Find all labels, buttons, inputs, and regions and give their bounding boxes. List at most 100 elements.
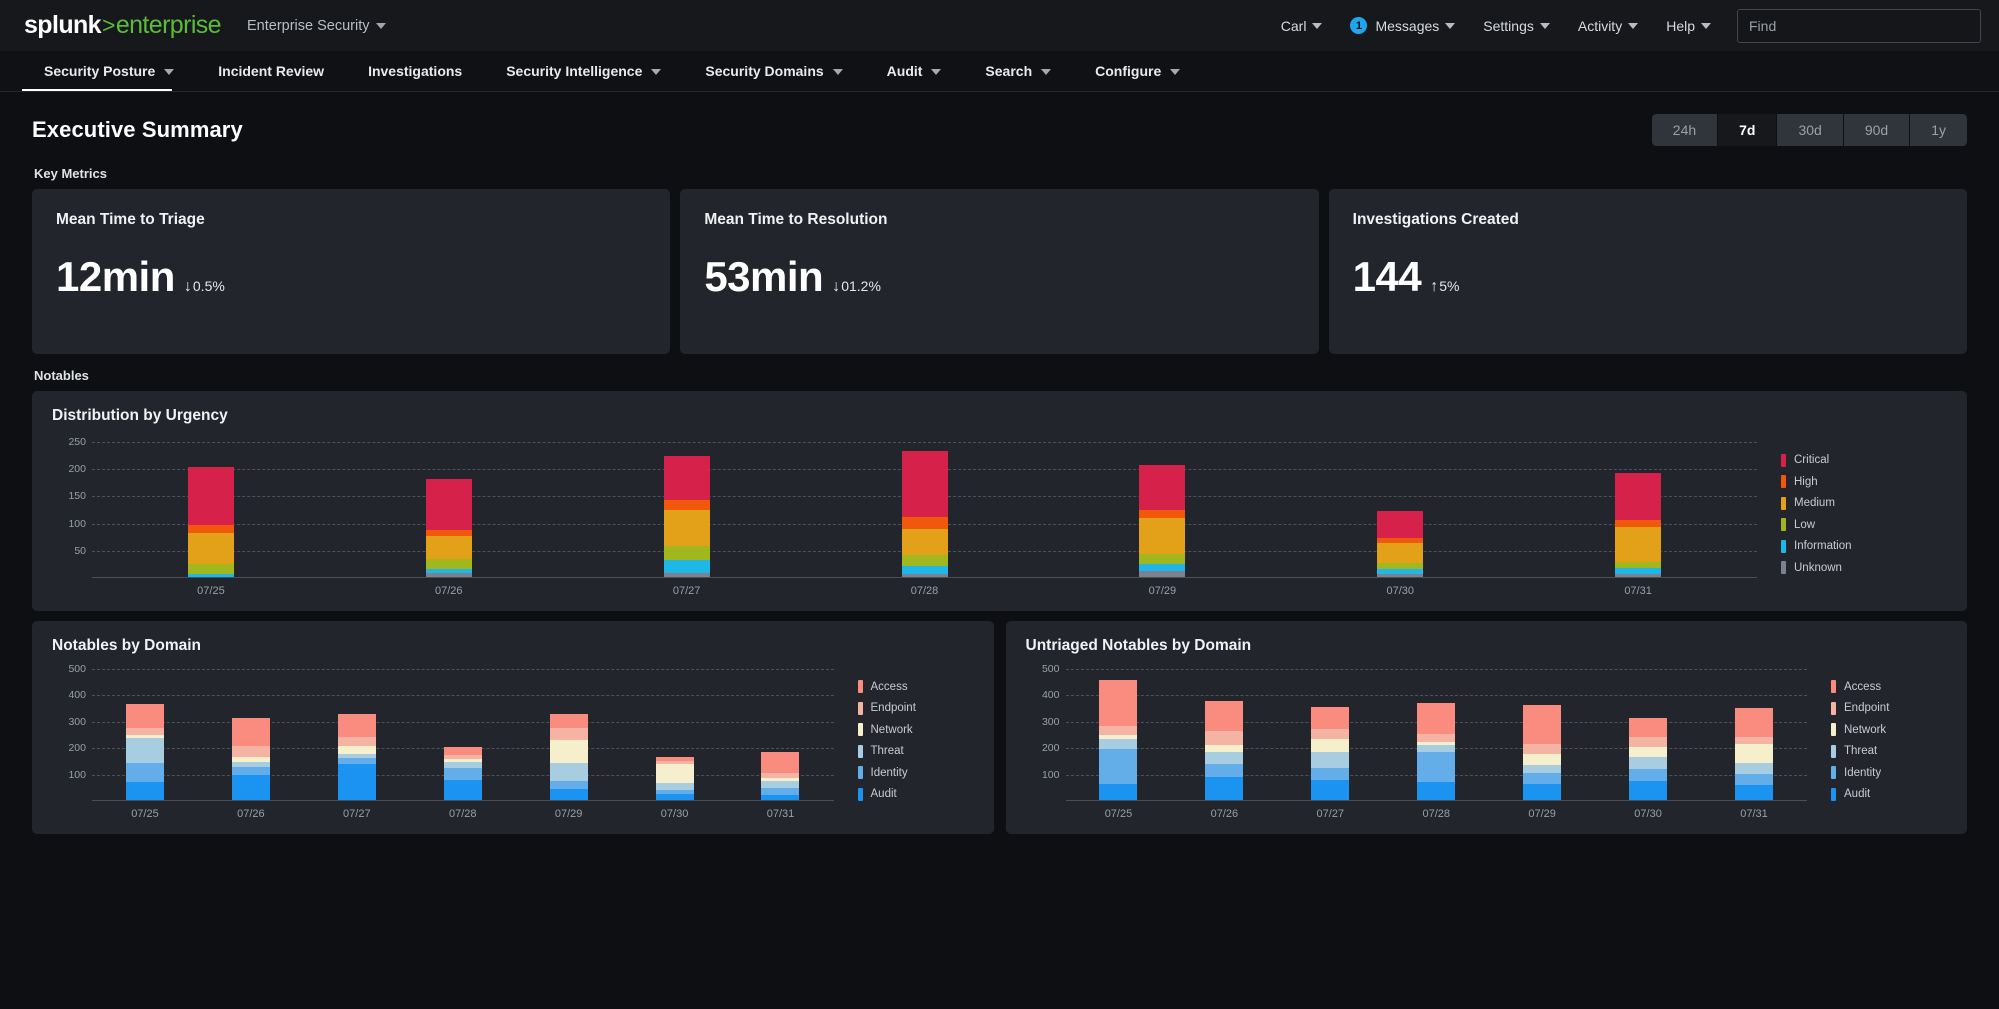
bar-segment-audit[interactable] <box>655 794 694 800</box>
bar-segment-unknown[interactable] <box>663 573 710 577</box>
bar-segment-audit[interactable] <box>761 794 800 800</box>
bar-segment-threat[interactable] <box>1099 739 1138 749</box>
bar-segment-audit[interactable] <box>443 780 482 800</box>
bar-segment-network[interactable] <box>1205 745 1244 753</box>
bar-segment-identity[interactable] <box>125 763 164 782</box>
bar-segment-access[interactable] <box>1099 679 1138 726</box>
bar-segment-medium[interactable] <box>1377 543 1424 563</box>
stacked-bar[interactable] <box>1629 718 1668 800</box>
stacked-bar[interactable] <box>125 704 164 800</box>
stacked-bar[interactable] <box>337 714 376 800</box>
stacked-bar[interactable] <box>443 746 482 800</box>
bar-segment-access[interactable] <box>1311 706 1350 730</box>
help-menu[interactable]: Help <box>1652 0 1725 51</box>
bar-segment-medium[interactable] <box>425 536 472 560</box>
bar-segment-access[interactable] <box>231 718 270 746</box>
legend-item-low[interactable]: Low <box>1781 518 1947 532</box>
legend-item-high[interactable]: High <box>1781 475 1947 489</box>
nav-item-security-posture[interactable]: Security Posture <box>22 51 196 91</box>
bar-segment-network[interactable] <box>655 763 694 783</box>
legend-item-medium[interactable]: Medium <box>1781 496 1947 510</box>
bar-segment-identity[interactable] <box>1734 774 1773 786</box>
time-range-selector[interactable]: 24h 7d 30d 90d 1y <box>1651 114 1967 146</box>
nav-item-configure[interactable]: Configure <box>1073 51 1202 91</box>
bar-segment-high[interactable] <box>1139 509 1186 518</box>
bar-segment-critical[interactable] <box>187 467 234 526</box>
stacked-bar[interactable] <box>1311 706 1350 800</box>
stacked-bar[interactable] <box>1523 705 1562 800</box>
bar-segment-threat[interactable] <box>761 781 800 788</box>
bar-segment-unknown[interactable] <box>425 573 472 577</box>
bar-segment-identity[interactable] <box>1311 768 1350 781</box>
bar-segment-low[interactable] <box>425 559 472 569</box>
legend-item-critical[interactable]: Critical <box>1781 453 1947 467</box>
stacked-bar[interactable] <box>1377 510 1424 577</box>
bar-segment-access[interactable] <box>1523 705 1562 744</box>
bar-segment-identity[interactable] <box>1099 748 1138 785</box>
bar-segment-medium[interactable] <box>1139 517 1186 554</box>
legend-item-endpoint[interactable]: Endpoint <box>1831 701 1947 715</box>
time-range-90d[interactable]: 90d <box>1843 114 1910 146</box>
legend-item-threat[interactable]: Threat <box>857 744 974 758</box>
stacked-bar[interactable] <box>1099 679 1138 800</box>
bar-segment-audit[interactable] <box>1311 780 1350 800</box>
legend-item-identity[interactable]: Identity <box>857 766 974 780</box>
bar-segment-identity[interactable] <box>1629 769 1668 781</box>
splunk-logo[interactable]: splunk > enterprise <box>24 11 222 40</box>
bar-segment-audit[interactable] <box>1734 785 1773 800</box>
bar-segment-endpoint[interactable] <box>1205 731 1244 746</box>
bar-segment-access[interactable] <box>549 713 588 729</box>
bar-segment-access[interactable] <box>1734 707 1773 737</box>
bar-segment-network[interactable] <box>1311 739 1350 753</box>
bar-segment-medium[interactable] <box>187 532 234 565</box>
bar-segment-high[interactable] <box>187 525 234 533</box>
bar-segment-unknown[interactable] <box>901 573 948 577</box>
stacked-bar[interactable] <box>761 751 800 800</box>
legend-item-information[interactable]: Information <box>1781 539 1947 553</box>
bar-segment-threat[interactable] <box>1734 762 1773 775</box>
time-range-1y[interactable]: 1y <box>1910 114 1967 146</box>
bar-segment-access[interactable] <box>1417 702 1456 734</box>
bar-segment-network[interactable] <box>549 740 588 763</box>
bar-segment-identity[interactable] <box>1417 752 1456 782</box>
stacked-bar[interactable] <box>655 757 694 800</box>
bar-segment-access[interactable] <box>125 704 164 729</box>
activity-menu[interactable]: Activity <box>1564 0 1652 51</box>
bar-segment-threat[interactable] <box>1629 757 1668 770</box>
stacked-bar[interactable] <box>187 467 234 577</box>
bar-segment-medium[interactable] <box>901 529 948 556</box>
bar-segment-endpoint[interactable] <box>1734 736 1773 745</box>
bar-segment-endpoint[interactable] <box>1099 725 1138 735</box>
bar-segment-identity[interactable] <box>1523 773 1562 785</box>
find-input[interactable] <box>1737 8 1981 43</box>
bar-segment-information[interactable] <box>663 560 710 574</box>
legend-item-network[interactable]: Network <box>1831 723 1947 737</box>
bar-segment-identity[interactable] <box>1205 763 1244 777</box>
nav-item-audit[interactable]: Audit <box>865 51 964 91</box>
bar-segment-threat[interactable] <box>125 737 164 764</box>
bar-segment-endpoint[interactable] <box>125 728 164 735</box>
bar-segment-low[interactable] <box>187 564 234 574</box>
legend-item-audit[interactable]: Audit <box>857 787 974 801</box>
stacked-bar[interactable] <box>231 718 270 800</box>
bar-segment-network[interactable] <box>1629 746 1668 758</box>
bar-segment-threat[interactable] <box>655 782 694 791</box>
bar-segment-low[interactable] <box>663 546 710 561</box>
legend-item-endpoint[interactable]: Endpoint <box>857 701 974 715</box>
legend-item-access[interactable]: Access <box>1831 680 1947 694</box>
nav-item-investigations[interactable]: Investigations <box>346 51 484 91</box>
bar-segment-audit[interactable] <box>1629 780 1668 800</box>
bar-segment-endpoint[interactable] <box>1311 729 1350 740</box>
bar-segment-audit[interactable] <box>549 789 588 800</box>
settings-menu[interactable]: Settings <box>1469 0 1564 51</box>
bar-segment-endpoint[interactable] <box>1629 736 1668 747</box>
bar-segment-low[interactable] <box>901 555 948 567</box>
bar-segment-critical[interactable] <box>663 455 710 501</box>
bar-segment-audit[interactable] <box>1523 784 1562 800</box>
nav-item-search[interactable]: Search <box>963 51 1073 91</box>
bar-segment-critical[interactable] <box>1139 465 1186 510</box>
stacked-bar[interactable] <box>549 713 588 800</box>
legend-item-unknown[interactable]: Unknown <box>1781 561 1947 575</box>
bar-segment-endpoint[interactable] <box>1417 733 1456 742</box>
time-range-30d[interactable]: 30d <box>1777 114 1843 146</box>
